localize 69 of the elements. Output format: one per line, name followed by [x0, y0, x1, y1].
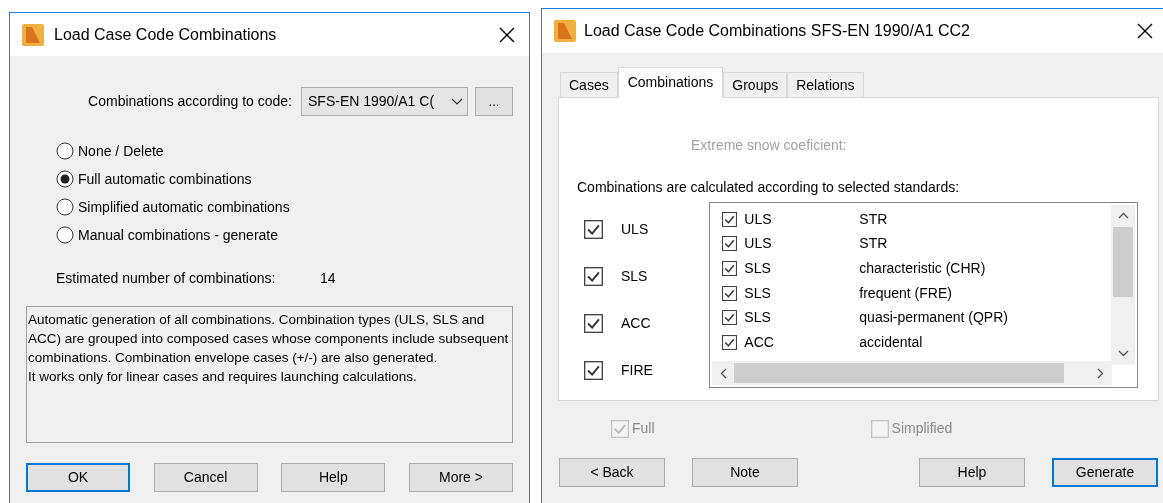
scroll-down-icon[interactable] [1117, 350, 1129, 357]
app-logo-icon [554, 20, 576, 42]
app-logo-icon [22, 23, 44, 46]
tab[interactable]: Relations [787, 72, 864, 98]
description-text: Automatic generation of all combinations. Combination types (ULS, SLS and ACC) are grouped into composed cases whose components include subsequent combinations. Combination envelope cases (+/-) are also generated. It works only for linear cases and requires launching calculations. [26, 306, 513, 443]
standards-label: Combinations are calculated according to selected standards: [577, 178, 961, 197]
radio-button[interactable] [56, 226, 74, 244]
checkbox[interactable] [722, 236, 738, 252]
option-label[interactable]: Manual combinations - generate [78, 224, 278, 246]
browse-button[interactable]: ... [475, 87, 513, 116]
radio-button[interactable] [56, 170, 74, 188]
combination-type: ACC [744, 332, 775, 352]
close-icon[interactable] [1137, 23, 1153, 39]
checkbox[interactable] [584, 266, 603, 286]
checkbox-label[interactable]: ULS [621, 218, 649, 240]
combination-name: frequent (FRE) [859, 283, 952, 303]
combination-type: SLS [744, 283, 772, 303]
radio-button[interactable] [56, 142, 74, 160]
combination-name: quasi-permanent (QPR) [859, 308, 1008, 328]
tab[interactable]: Cases [560, 72, 618, 98]
close-icon[interactable] [499, 26, 515, 43]
dialog-button[interactable]: More > [408, 463, 513, 492]
option-label[interactable]: None / Delete [78, 140, 164, 162]
combination-type: SLS [744, 259, 772, 278]
scroll-thumb[interactable] [734, 363, 1065, 383]
tab[interactable]: Groups [723, 72, 788, 98]
checkbox[interactable] [722, 285, 738, 301]
checkbox[interactable] [722, 211, 738, 227]
checkbox[interactable] [722, 310, 738, 326]
snow-coefficient-label: Extreme snow coeficient: [691, 136, 848, 155]
scroll-up-icon[interactable] [1117, 212, 1129, 219]
dialog-button[interactable]: OK [26, 463, 130, 492]
dialog-button[interactable]: Cancel [153, 463, 258, 492]
checkbox[interactable] [584, 219, 603, 239]
checkbox[interactable] [722, 334, 738, 350]
combination-name: STR [859, 234, 888, 254]
dialog-button[interactable]: Help [919, 458, 1025, 487]
dialog-button[interactable]: < Back [559, 458, 665, 487]
dialog-button[interactable]: Help [281, 463, 386, 492]
scroll-right-icon[interactable] [1097, 367, 1105, 379]
dialog-button[interactable]: Generate [1052, 458, 1158, 487]
scroll-left-icon[interactable] [720, 367, 728, 379]
horizontal-scrollbar[interactable] [712, 361, 1113, 385]
combination-type: SLS [744, 308, 772, 328]
tab[interactable]: Combinations [617, 67, 724, 98]
checkbox-label[interactable]: FIRE [621, 359, 653, 381]
combination-name: characteristic (CHR) [859, 259, 986, 278]
chevron-down-icon [451, 97, 463, 106]
combination-type: ULS [744, 234, 773, 254]
option-label[interactable]: Full automatic combinations [78, 168, 252, 190]
checkbox-label[interactable]: ACC [621, 312, 651, 334]
checkbox[interactable] [584, 360, 603, 380]
vertical-scrollbar[interactable] [1111, 205, 1135, 365]
option-label[interactable]: Simplified automatic combinations [78, 196, 290, 218]
combination-type: ULS [744, 209, 773, 229]
dialog-button[interactable]: Note [692, 458, 798, 487]
estimate-label: Estimated number of combinations: [56, 269, 277, 288]
estimate-value: 14 [320, 269, 336, 288]
combination-name: accidental [859, 332, 923, 352]
checkbox[interactable] [584, 313, 603, 333]
checkbox[interactable] [722, 261, 738, 276]
scroll-thumb[interactable] [1113, 227, 1133, 297]
code-dropdown[interactable]: SFS-EN 1990/A1 C( [301, 87, 468, 116]
code-label: Combinations according to code: [88, 92, 292, 111]
radio-button[interactable] [56, 198, 74, 216]
window-title: Load Case Code Combinations [54, 24, 278, 45]
combination-name: STR [859, 209, 888, 229]
checkbox-label[interactable]: SLS [621, 265, 648, 287]
window-title: Load Case Code Combinations SFS-EN 1990/A1 CC2 [584, 21, 971, 41]
